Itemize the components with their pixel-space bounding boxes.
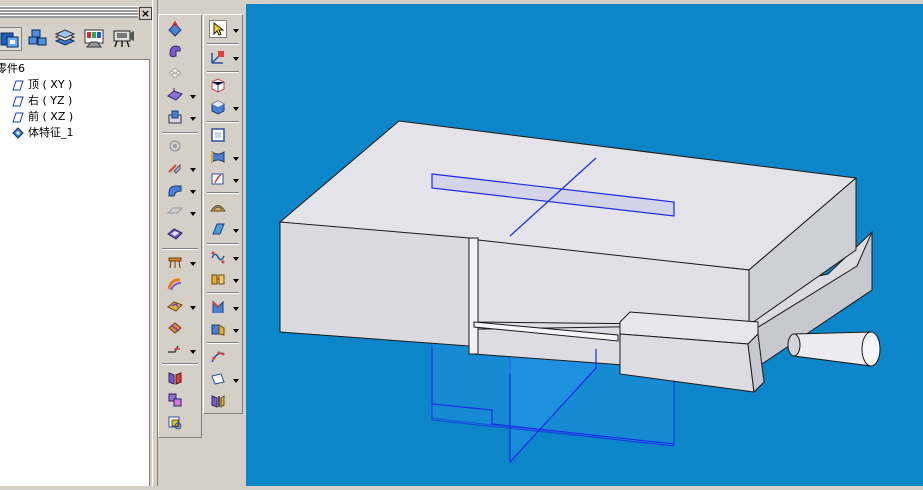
toolbar-separator — [207, 121, 239, 123]
chevron-down-icon[interactable] — [190, 168, 196, 172]
chevron-down-icon[interactable] — [233, 379, 239, 383]
mirror-icon[interactable] — [166, 369, 184, 387]
revolve-icon[interactable] — [166, 42, 184, 60]
chevron-down-icon[interactable] — [190, 190, 196, 194]
chevron-down-icon[interactable] — [190, 212, 196, 216]
protrusion-icon[interactable] — [166, 86, 184, 104]
surface-icon[interactable] — [209, 148, 227, 166]
chevron-down-icon[interactable] — [233, 279, 239, 283]
parts-icon[interactable] — [27, 27, 51, 51]
camera-icon[interactable] — [112, 27, 136, 51]
chevron-down-icon[interactable] — [190, 262, 196, 266]
chevron-down-icon[interactable] — [190, 95, 196, 99]
select-tool-icon[interactable] — [209, 20, 227, 38]
round-icon[interactable] — [166, 181, 184, 199]
cylinder-pin — [793, 331, 872, 367]
chevron-down-icon[interactable] — [233, 307, 239, 311]
replace-face-icon[interactable] — [209, 370, 227, 388]
feature-toolbar — [158, 14, 202, 438]
part-model-view — [278, 120, 881, 464]
tree-item-front-plane[interactable]: 前 ( XZ ) — [12, 110, 74, 124]
toolbar-separator — [162, 248, 198, 250]
pane-title-bar[interactable] — [0, 6, 138, 18]
loft-icon[interactable] — [166, 297, 184, 315]
tree-item-label: 体特征_1 — [28, 126, 74, 139]
thin-wall-icon[interactable] — [166, 225, 184, 243]
chevron-down-icon[interactable] — [233, 157, 239, 161]
tree-item-top-plane[interactable]: 顶 ( XY ) — [12, 78, 73, 92]
tree-item-label: 顶 ( XY ) — [28, 78, 73, 91]
chamfer-icon[interactable] — [166, 203, 184, 221]
extrude-icon[interactable] — [166, 20, 184, 38]
tree-item-label: 右 ( YZ ) — [28, 94, 73, 107]
toolbar-separator — [207, 43, 239, 45]
feature-tree: 零件6 顶 ( XY ) 右 ( YZ ) 前 ( XZ ) 体特征_1 — [0, 59, 150, 486]
tree-item-body-feature[interactable]: 体特征_1 — [12, 126, 74, 140]
toolbar-separator — [162, 132, 198, 134]
box-icon[interactable] — [209, 76, 227, 94]
toolbar-separator — [207, 192, 239, 194]
toolbar-separator — [207, 71, 239, 73]
toolbar-separator — [207, 292, 239, 294]
tree-root[interactable]: 零件6 — [0, 62, 25, 76]
copy-part-icon[interactable] — [166, 413, 184, 431]
face-icon[interactable] — [209, 98, 227, 116]
disabled-cut-icon — [166, 64, 184, 82]
rendering-icon[interactable] — [83, 27, 107, 51]
chevron-down-icon[interactable] — [233, 57, 239, 61]
plane-icon[interactable] — [209, 126, 227, 144]
coordinate-system-icon[interactable] — [209, 48, 227, 66]
surface-toolbar — [203, 14, 243, 414]
tree-item-right-plane[interactable]: 右 ( YZ ) — [12, 94, 73, 108]
draft-icon[interactable] — [166, 253, 184, 271]
path-finder-toolbar — [0, 24, 150, 56]
bounded-icon[interactable] — [209, 220, 227, 238]
plane-icon — [12, 80, 24, 91]
graphics-viewport[interactable] — [246, 4, 923, 486]
hole-icon[interactable] — [166, 137, 184, 155]
pattern-icon[interactable] — [166, 391, 184, 409]
blend-icon[interactable] — [209, 198, 227, 216]
path-finder-pane: × 零件6 顶 ( XY ) 右 ( YZ ) 前 (XZ) 体特征_1 — [0, 0, 155, 486]
split-icon[interactable] — [209, 392, 227, 410]
chevron-down-icon[interactable] — [233, 107, 239, 111]
chevron-down-icon[interactable] — [233, 179, 239, 183]
feature-icon — [12, 127, 24, 139]
intersection-icon[interactable] — [209, 270, 227, 288]
close-button[interactable]: × — [139, 7, 152, 20]
assembly-view-icon[interactable] — [0, 27, 22, 51]
chevron-down-icon[interactable] — [233, 29, 239, 33]
sweep-icon[interactable] — [166, 319, 184, 337]
extend-icon[interactable] — [209, 320, 227, 338]
helix-icon[interactable] — [166, 275, 184, 293]
layers-icon[interactable] — [54, 27, 78, 51]
lip-icon[interactable] — [166, 341, 184, 359]
chevron-down-icon[interactable] — [233, 257, 239, 261]
offset-surface-icon[interactable] — [209, 170, 227, 188]
trim-icon[interactable] — [209, 298, 227, 316]
chevron-down-icon[interactable] — [233, 229, 239, 233]
toolbar-separator — [207, 342, 239, 344]
front-step — [468, 237, 479, 355]
plane-icon — [12, 112, 24, 123]
chevron-down-icon[interactable] — [190, 117, 196, 121]
rib-icon[interactable] — [166, 159, 184, 177]
chevron-down-icon[interactable] — [190, 350, 196, 354]
tree-root-label: 零件6 — [0, 62, 25, 75]
point-icon[interactable] — [209, 348, 227, 366]
chevron-down-icon[interactable] — [190, 306, 196, 310]
toolbar-separator — [162, 363, 198, 365]
tree-item-label: 前 ( XZ ) — [28, 110, 74, 123]
chevron-down-icon[interactable] — [233, 329, 239, 333]
toolbar-separator — [207, 243, 239, 245]
curve-icon[interactable] — [209, 248, 227, 266]
cutout-icon[interactable] — [166, 108, 184, 126]
plane-icon — [12, 96, 24, 107]
cylinder-pin-end — [861, 331, 881, 367]
